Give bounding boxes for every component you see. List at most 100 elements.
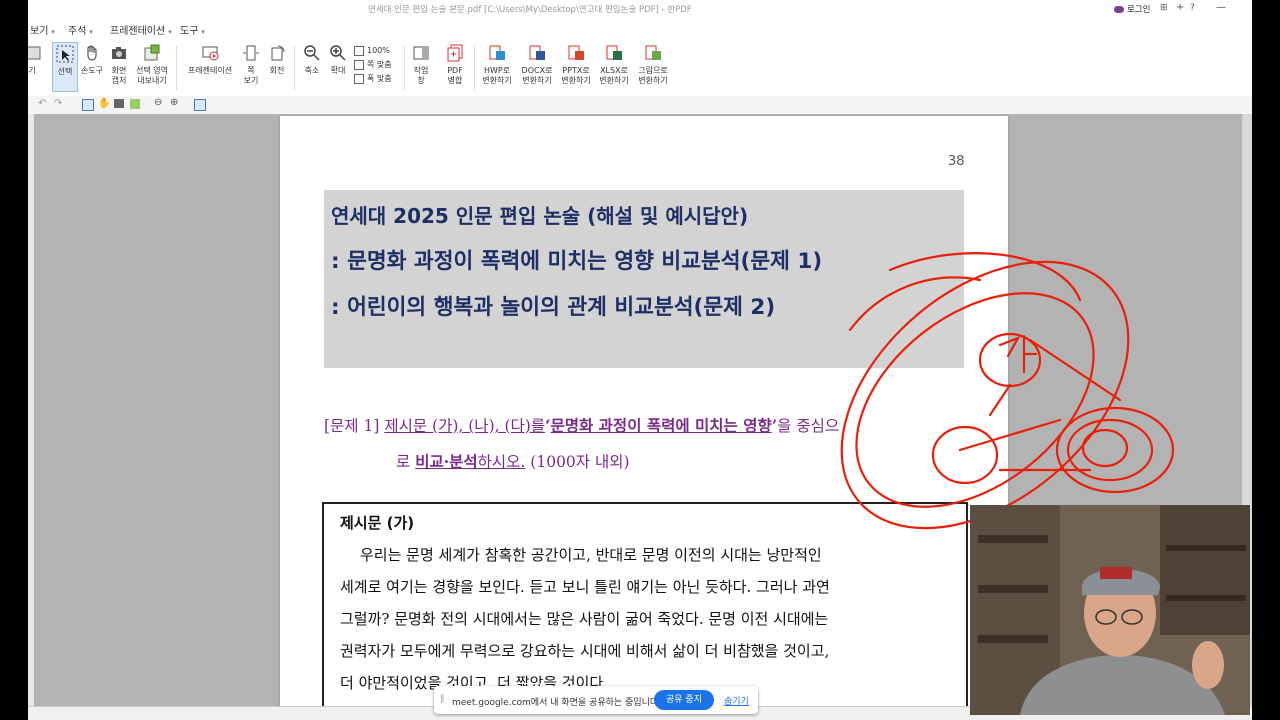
zoom-100-option[interactable]: 100% — [354, 44, 392, 58]
tool-label: PDF 병합 — [447, 66, 463, 85]
fit-width-option[interactable]: 폭 맞춤 — [354, 72, 392, 86]
toolbar-divider — [176, 46, 177, 90]
page-number: 38 — [948, 154, 965, 169]
tool-label: 확대 — [330, 66, 346, 75]
question-line2-part1: 로 — [396, 453, 411, 471]
hand-tool-button[interactable]: 손도구 — [80, 42, 104, 76]
menu-tools[interactable]: 도구 ▾ — [180, 22, 205, 37]
image-convert-icon — [645, 45, 661, 60]
window-title: 연세대 인문 편입 논술 본문.pdf [C:\Users\My\Desktop… — [368, 5, 692, 15]
tool-label: 그림으로 변환하기 — [638, 66, 668, 85]
image-convert-button[interactable]: 그림으로 변환하기 — [634, 42, 672, 86]
camera-icon — [112, 47, 126, 59]
question-line2-part2: 하시오. — [477, 453, 526, 471]
passage-line: 그럴까? 문명화 전의 시대에서는 많은 사람이 굶어 죽었다. 문명 이전 시… — [340, 610, 829, 628]
webcam-overlay — [970, 505, 1250, 715]
question-text-part1: 제시문 (가), (나), (다)를 — [384, 417, 546, 435]
menu-label: 주석 — [68, 26, 87, 37]
stop-sharing-button[interactable]: 공유 중지 — [654, 690, 714, 710]
pdf-merge-button[interactable]: PDF 병합 — [442, 42, 468, 86]
select-tool-button[interactable]: 선택 — [52, 42, 78, 92]
chevron-down-icon: ▾ — [89, 28, 93, 36]
login-button[interactable]: 로그인 — [1114, 3, 1150, 15]
tool-label: PPTX로 변환하기 — [561, 66, 591, 85]
question-line-2: 로 비교·분석하시오. (1000자 내외) — [396, 450, 630, 472]
hide-banner-link[interactable]: 숨기기 — [724, 694, 749, 707]
fit-width-icon — [354, 73, 364, 84]
menu-view[interactable]: 보기 ▾ — [30, 22, 55, 37]
zoom-out-small-icon[interactable]: ⊖ — [154, 97, 162, 108]
xlsx-convert-button[interactable]: XLSX로 변환하기 — [596, 42, 632, 86]
chevron-down-icon: ▾ — [168, 28, 172, 36]
title-box: 연세대 2025 인문 편입 논술 (해설 및 예시답안) : 문명화 과정이 … — [324, 190, 964, 368]
zoom-out-icon — [304, 45, 320, 61]
zoom-out-button[interactable]: 축소 — [300, 42, 324, 76]
tool-label: 축소 — [304, 66, 320, 75]
tool-label: 손도구 — [80, 66, 104, 75]
pptx-convert-button[interactable]: PPTX로 변환하기 — [558, 42, 594, 86]
screen-share-banner: ∥ meet.google.com에서 내 화면을 공유하는 중입니다. 공유 … — [434, 686, 758, 714]
zoom-in-button[interactable]: 확대 — [326, 42, 350, 76]
work-pane-button[interactable]: 작업 창 — [410, 42, 432, 86]
menu-bar: 보기 ▾ 주석 ▾ 프레젠테이션 ▾ 도구 ▾ — [28, 18, 1252, 40]
screen-capture-button[interactable]: 화면 캡처 — [108, 42, 130, 86]
chevron-down-icon: ▾ — [51, 28, 55, 36]
passage-line: 우리는 문명 세계가 참혹한 공간이고, 반대로 문명 이전의 시대는 낭만적인 — [360, 546, 822, 564]
toolbar-divider — [404, 46, 405, 90]
presentation-button[interactable]: 프레젠테이션 — [182, 42, 238, 76]
docx-convert-icon — [529, 45, 545, 60]
minimize-button[interactable]: — — [1216, 2, 1226, 13]
tool-label: 회전 — [269, 66, 285, 75]
tool-label: HWP로 변환하기 — [482, 66, 512, 85]
zoom-options: 100% 쪽 맞춤 폭 맞춤 — [354, 44, 392, 86]
xlsx-convert-icon — [606, 45, 622, 60]
pptx-convert-icon — [568, 45, 584, 60]
title-line-problem1: : 문명화 과정이 폭력에 미치는 영향 비교분석(문제 1) — [331, 249, 823, 274]
quick-access-bar: ↶ ↷ ✋ ⊖ ⊕ — [28, 96, 1252, 115]
select-small-icon[interactable] — [82, 99, 94, 111]
user-icon — [1114, 6, 1124, 13]
tool-label: 프레젠테이션 — [187, 66, 233, 75]
passage-heading: 제시문 (가) — [340, 514, 415, 532]
zoom-in-icon — [330, 45, 346, 61]
help-icon[interactable]: ? — [1190, 3, 1195, 13]
title-line-main: 연세대 2025 인문 편입 논술 (해설 및 예시답안) — [331, 204, 749, 228]
docx-convert-button[interactable]: DOCX로 변환하기 — [518, 42, 556, 86]
select-cursor-icon — [56, 45, 74, 63]
export-small-icon[interactable] — [130, 99, 140, 109]
capture-small-icon[interactable] — [114, 99, 124, 108]
tool-label: 화면 캡처 — [111, 66, 127, 85]
tool-label: XLSX로 변환하기 — [599, 66, 629, 85]
toolbar-divider — [294, 46, 295, 90]
grid-icon[interactable]: ⊞ — [1160, 3, 1168, 13]
redo-icon[interactable]: ↷ — [54, 98, 62, 109]
tool-label: 작업 창 — [413, 66, 429, 85]
page-view-button[interactable]: 쪽 보기 — [240, 42, 262, 86]
hwp-convert-icon — [489, 45, 505, 60]
undo-icon[interactable]: ↶ — [38, 98, 46, 109]
share-message: meet.google.com에서 내 화면을 공유하는 중입니다. — [452, 698, 662, 708]
menu-label: 보기 — [30, 26, 49, 37]
tool-label: 선택 영역 내보내기 — [136, 66, 168, 85]
presentation-icon — [202, 46, 219, 61]
hand-icon — [87, 45, 97, 61]
partial-tool-button[interactable]: 기 — [28, 42, 41, 76]
hand-small-icon[interactable]: ✋ — [98, 98, 110, 109]
question-line2-highlight: 비교·분석 — [415, 452, 478, 471]
fit-page-option[interactable]: 쪽 맞춤 — [354, 58, 392, 72]
export-area-button[interactable]: 선택 영역 내보내기 — [134, 42, 170, 86]
ribbon-toolbar: 기 선택 손도구 화면 캡처 선택 영역 내보내기 프레젠테이션 쪽 보기 회전… — [28, 40, 1252, 97]
left-scroll-gutter — [28, 114, 34, 706]
menu-presentation[interactable]: 프레젠테이션 ▾ — [110, 22, 172, 37]
plus-icon[interactable]: + — [1176, 2, 1184, 13]
passage-line: 권력자가 모두에게 무력으로 강요하는 시대에 비해서 삶이 더 비참했을 것이… — [340, 642, 830, 660]
rotate-button[interactable]: 회전 — [266, 42, 288, 76]
page-small-icon[interactable] — [194, 99, 206, 111]
hwp-convert-button[interactable]: HWP로 변환하기 — [480, 42, 514, 86]
toolbar-divider — [474, 46, 475, 90]
page-view-icon — [243, 45, 259, 61]
menu-annotation[interactable]: 주석 ▾ — [68, 22, 93, 37]
question-line-1: [문제 1] 제시문 (가), (나), (다)를‘문명화 과정이 폭력에 미치… — [324, 414, 839, 436]
zoom-in-small-icon[interactable]: ⊕ — [170, 97, 178, 108]
drag-handle-icon[interactable]: ∥ — [440, 694, 445, 704]
